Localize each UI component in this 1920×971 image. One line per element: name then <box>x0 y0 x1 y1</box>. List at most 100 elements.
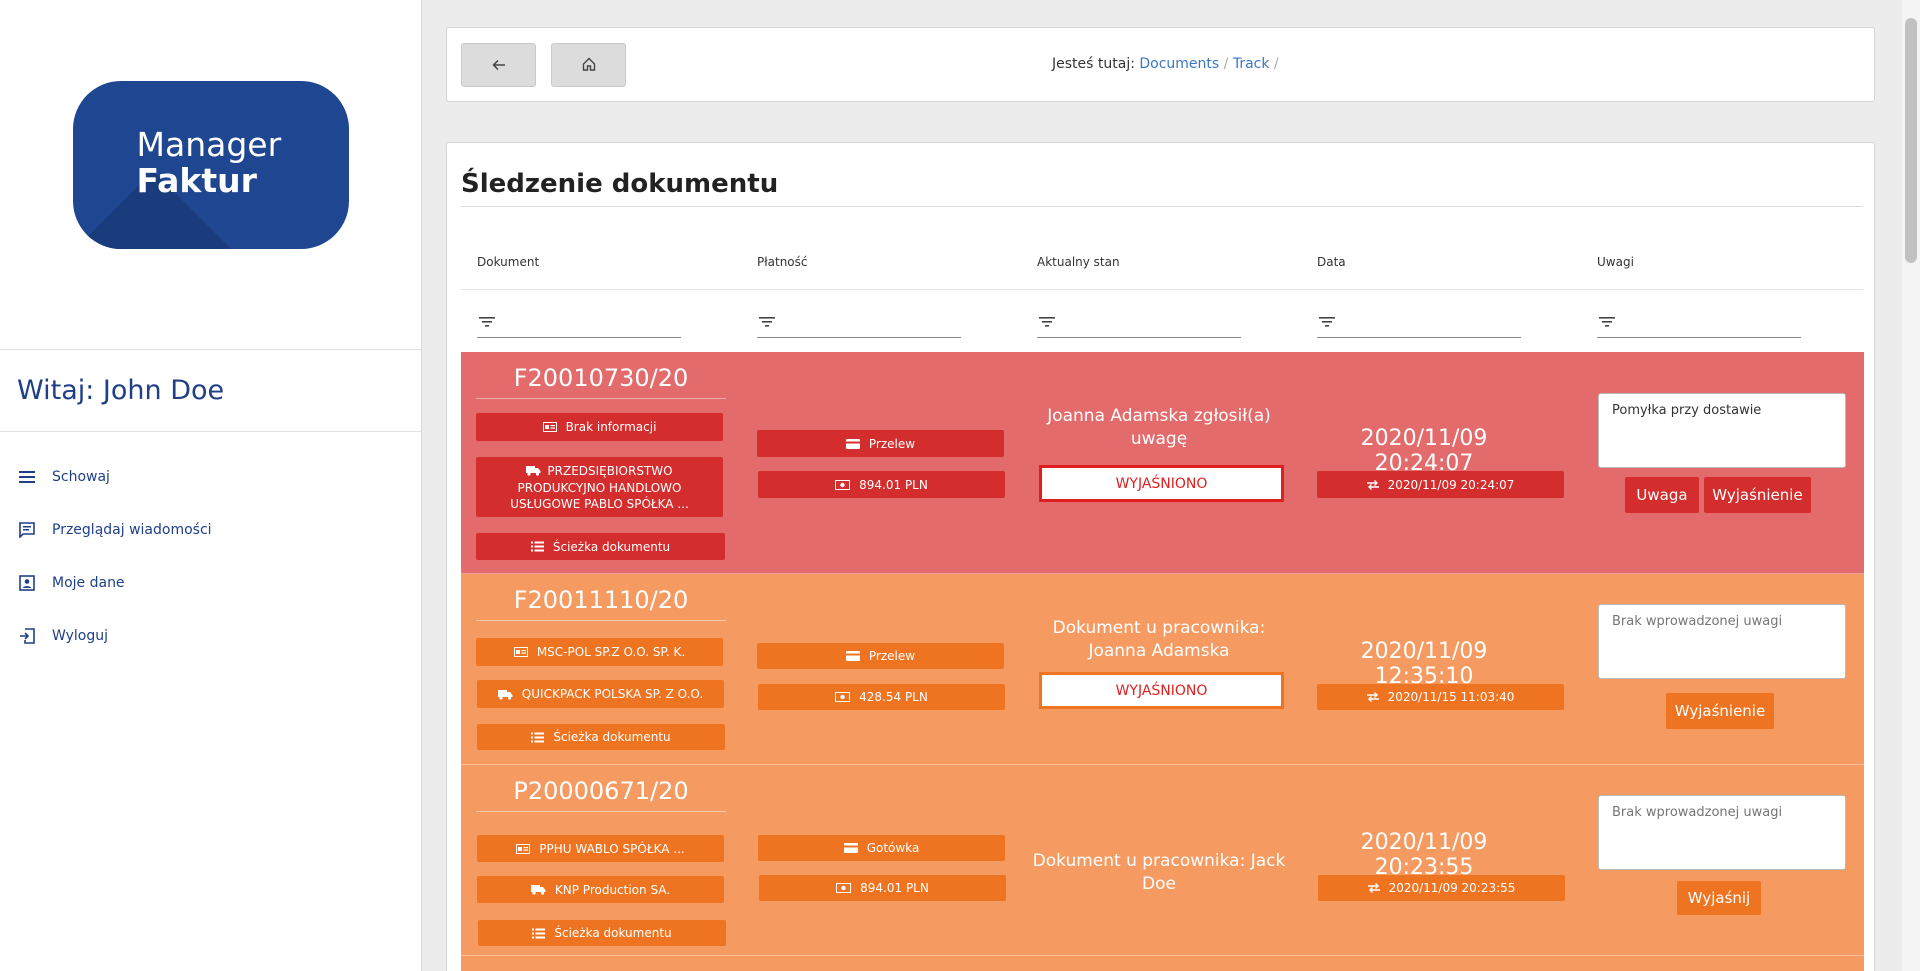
filter-icon <box>1039 313 1055 332</box>
list-icon <box>530 541 544 552</box>
id-card-icon <box>542 422 557 432</box>
sender-badge[interactable]: Brak informacji <box>476 413 723 441</box>
filter-input-status[interactable] <box>1037 306 1241 338</box>
sender-label: MSC-POL SP.Z O.O. SP. K. <box>536 645 686 659</box>
explain-button[interactable]: Wyjaśnij <box>1677 881 1761 915</box>
column-header-status: Aktualny stan <box>1037 255 1120 269</box>
credit-card-icon <box>845 438 860 449</box>
status-text: Joanna Adamska zgłosił(a) uwagę <box>1047 406 1271 449</box>
welcome-text: Witaj: John Doe <box>0 350 421 432</box>
id-card-icon <box>516 843 531 854</box>
date-change-badge: 2020/11/09 20:23:55 <box>1318 875 1565 901</box>
recipient-badge[interactable]: KNP Production SA. <box>477 876 724 903</box>
sidebar-item-logout[interactable]: Wyloguj <box>0 609 421 662</box>
explanation-button[interactable]: Wyjaśnienie <box>1704 477 1811 513</box>
document-path-button[interactable]: Ścieżka dokumentu <box>477 724 725 750</box>
date-change-label: 2020/11/09 20:23:55 <box>1388 881 1516 895</box>
note-button[interactable]: Uwaga <box>1625 477 1699 513</box>
document-path-button[interactable]: Ścieżka dokumentu <box>478 920 726 946</box>
filter-icon <box>479 313 495 332</box>
sidebar: Manager Faktur Witaj: John Doe Schowaj P… <box>0 0 422 971</box>
truck-icon <box>497 689 513 700</box>
title-divider <box>461 206 1863 207</box>
document-path-label: Ścieżka dokumentu <box>554 926 672 940</box>
logo-area: Manager Faktur <box>0 0 421 350</box>
note-input[interactable] <box>1598 795 1846 870</box>
sender-label: Brak informacji <box>565 420 657 434</box>
list-icon <box>531 732 545 743</box>
menu-icon <box>18 468 36 486</box>
column-header-document: Dokument <box>477 255 540 269</box>
note-input[interactable]: Pomyłka przy dostawie <box>1598 393 1846 468</box>
credit-card-icon <box>843 843 858 853</box>
swap-icon <box>1367 883 1380 893</box>
table-row <box>461 956 1864 971</box>
id-card-icon <box>513 647 528 657</box>
filter-icon <box>1599 313 1615 332</box>
filter-icon <box>1319 313 1335 332</box>
breadcrumb-prefix: Jesteś tutaj: <box>1052 56 1135 72</box>
amount-label: 894.01 PLN <box>859 477 928 492</box>
note-input[interactable] <box>1598 604 1846 679</box>
date-change-badge: 2020/11/15 11:03:40 <box>1317 684 1564 710</box>
payment-method-label: Przelew <box>868 436 916 451</box>
status-badge[interactable]: WYJAŚNIONO <box>1039 465 1284 502</box>
account-icon <box>18 574 36 592</box>
document-number: F20011110/20 <box>513 586 689 614</box>
page-scrollbar[interactable] <box>1902 0 1920 971</box>
date-change-badge: 2020/11/09 20:24:07 <box>1317 471 1564 498</box>
filter-input-payment[interactable] <box>757 306 961 338</box>
explanation-button[interactable]: Wyjaśnienie <box>1666 693 1774 729</box>
document-date: 2020/11/09 20:24:07 <box>1360 426 1488 476</box>
amount-badge: 428.54 PLN <box>758 684 1005 710</box>
amount-badge: 894.01 PLN <box>759 875 1006 901</box>
back-button[interactable] <box>461 43 536 87</box>
status-badge[interactable]: WYJAŚNIONO <box>1039 672 1284 709</box>
truck-icon <box>530 884 546 895</box>
page-title: Śledzenie dokumentu <box>461 169 779 199</box>
sidebar-item-label: Wyloguj <box>52 627 108 644</box>
sidebar-item-label: Przeglądaj wiadomości <box>52 521 212 538</box>
table-row: F20011110/20 MSC-POL SP.Z O.O. SP. K. QU… <box>461 574 1864 765</box>
arrow-left-icon <box>491 56 506 75</box>
scrollbar-thumb[interactable] <box>1905 18 1917 263</box>
sidebar-item-label: Moje dane <box>52 574 125 591</box>
filter-input-notes[interactable] <box>1597 306 1801 338</box>
breadcrumb: Jesteś tutaj: Documents / Track / <box>1052 56 1279 72</box>
sidebar-item-schowaj[interactable]: Schowaj <box>0 450 421 503</box>
logout-icon <box>18 627 36 645</box>
list-icon <box>532 928 546 939</box>
breadcrumb-separator: / <box>1273 56 1279 72</box>
document-number: P20000671/20 <box>513 777 689 805</box>
sidebar-item-messages[interactable]: Przeglądaj wiadomości <box>0 503 421 556</box>
status-text: Dokument u pracownika: Joanna Adamska <box>1052 618 1266 661</box>
document-path-label: Ścieżka dokumentu <box>552 539 671 554</box>
column-header-notes: Uwagi <box>1597 255 1634 269</box>
sidebar-item-my-data[interactable]: Moje dane <box>0 556 421 609</box>
sender-badge[interactable]: MSC-POL SP.Z O.O. SP. K. <box>476 638 723 666</box>
table-row: P20000671/20 PPHU WABLO SPÓŁKA ... KNP P… <box>461 765 1864 956</box>
sender-badge[interactable]: PPHU WABLO SPÓŁKA ... <box>477 835 724 862</box>
cash-icon <box>835 479 851 490</box>
sender-label: PPHU WABLO SPÓŁKA ... <box>539 841 685 856</box>
swap-icon <box>1366 692 1379 702</box>
document-date: 2020/11/09 20:23:55 <box>1360 830 1488 880</box>
home-button[interactable] <box>551 43 626 87</box>
document-date: 2020/11/09 12:35:10 <box>1360 639 1488 689</box>
manager-faktur-logo[interactable]: Manager Faktur <box>72 80 349 249</box>
filter-input-document[interactable] <box>477 306 681 338</box>
recipient-label: QUICKPACK POLSKA SP. Z O.O. <box>521 687 704 701</box>
document-path-button[interactable]: Ścieżka dokumentu <box>476 533 725 560</box>
cash-icon <box>835 692 851 702</box>
swap-icon <box>1366 479 1379 490</box>
breadcrumb-track-link[interactable]: Track <box>1233 56 1270 72</box>
payment-method-badge: Gotówka <box>758 835 1005 861</box>
filter-input-date[interactable] <box>1317 306 1521 338</box>
recipient-badge[interactable]: QUICKPACK POLSKA SP. Z O.O. <box>477 680 724 708</box>
cash-icon <box>836 883 852 893</box>
amount-label: 428.54 PLN <box>859 690 928 704</box>
document-number-divider <box>476 811 726 812</box>
breadcrumb-documents-link[interactable]: Documents <box>1139 56 1219 72</box>
message-icon <box>18 521 36 539</box>
recipient-badge[interactable]: PRZEDSIĘBIORSTWO PRODUKCYJNO HANDLOWO US… <box>476 457 723 517</box>
